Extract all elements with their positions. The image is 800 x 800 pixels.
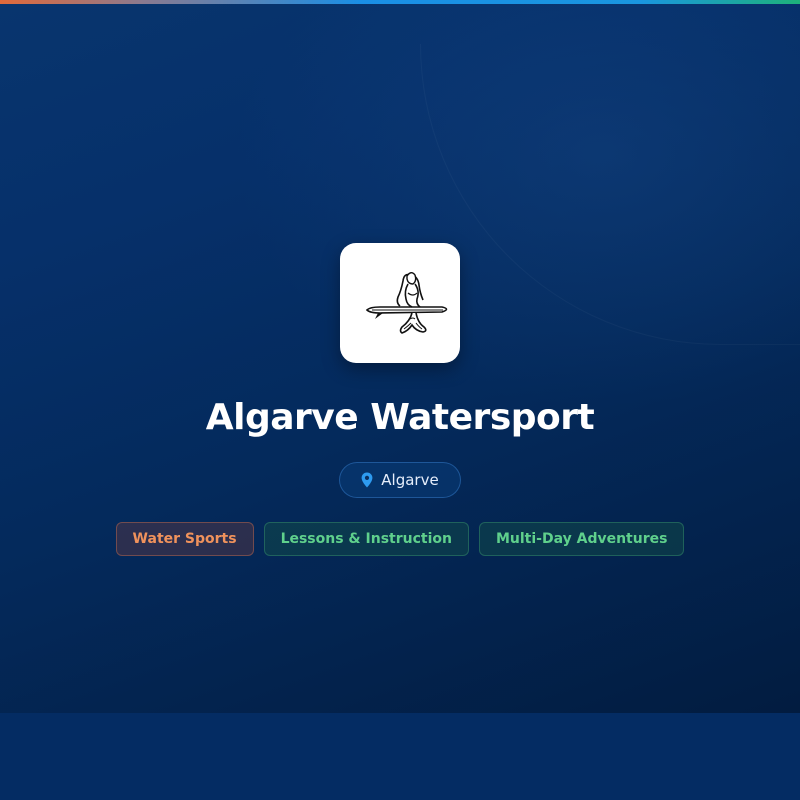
business-name: Algarve Watersport xyxy=(205,397,595,438)
mermaid-paddleboard-logo-icon xyxy=(365,272,448,334)
tag-water-sports[interactable]: Water Sports xyxy=(115,522,254,556)
tag-lessons-instruction[interactable]: Lessons & Instruction xyxy=(263,522,469,556)
location-label: Algarve xyxy=(381,471,439,489)
decorative-arc xyxy=(420,44,800,345)
category-tags: Water Sports Lessons & Instruction Multi… xyxy=(0,522,800,556)
page: Algarve Watersport Algarve Water Sports … xyxy=(0,0,800,800)
business-logo xyxy=(340,243,460,363)
map-pin-icon xyxy=(361,472,373,488)
tag-multi-day-adventures[interactable]: Multi-Day Adventures xyxy=(478,522,685,556)
location-badge[interactable]: Algarve xyxy=(339,462,461,498)
bottom-band xyxy=(0,713,800,800)
